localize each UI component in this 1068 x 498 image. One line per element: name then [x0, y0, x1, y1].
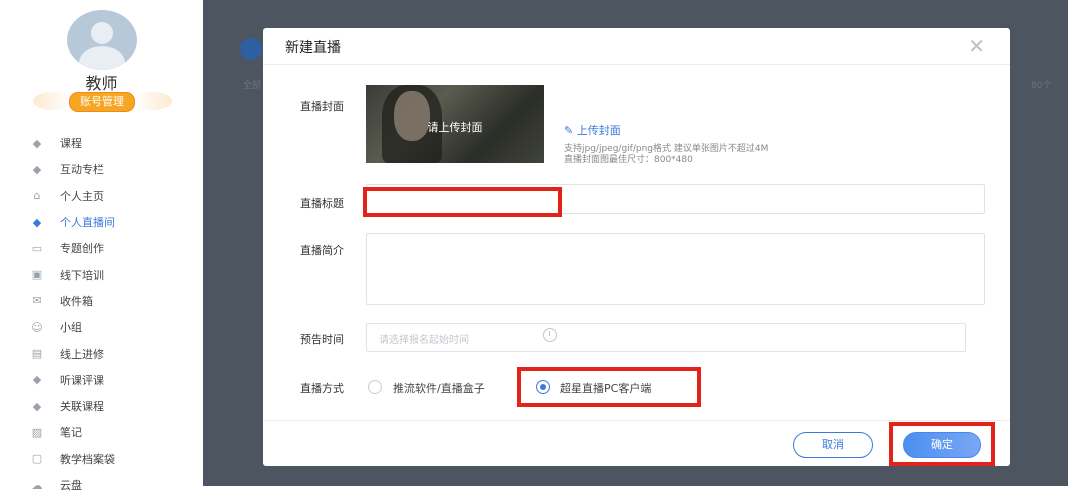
background-text-right: 80个	[1031, 81, 1052, 91]
sidebar-item-label: 小组	[60, 321, 82, 335]
new-live-modal: 新建直播 ✕ 直播封面 请上传封面 ✎ 上传封面 支持jpg/jpeg/gif/…	[263, 28, 1010, 466]
mode-radio-stream[interactable]	[368, 380, 382, 394]
sidebar-item[interactable]: ▭ 专题创作	[0, 235, 203, 261]
upload-cover-label: 上传封面	[576, 124, 621, 137]
modal-title: 新建直播	[285, 40, 341, 56]
account-manage-button[interactable]: 账号管理	[69, 92, 135, 112]
sidebar-item[interactable]: ✉ 收件箱	[0, 288, 203, 314]
cap-icon: ◆	[32, 136, 42, 150]
title-label: 直播标题	[300, 197, 344, 210]
home-icon: ⌂	[33, 189, 41, 203]
decorative-wing-left	[33, 92, 71, 110]
divider	[263, 64, 1010, 65]
sidebar-item[interactable]: ☺ 小组	[0, 314, 203, 340]
background-badge	[240, 38, 262, 60]
time-placeholder: 请选择报名起始时间	[379, 335, 469, 346]
avatar[interactable]	[67, 10, 137, 70]
sidebar-item[interactable]: ◆ 关联课程	[0, 393, 203, 419]
highlight-title-box	[363, 187, 562, 217]
inbox-icon: ✉	[32, 294, 42, 308]
sidebar-item-label: 线上进修	[60, 347, 104, 361]
footer-divider	[263, 420, 1010, 421]
cap-icon: ◆	[32, 162, 42, 176]
intro-textarea[interactable]	[366, 233, 985, 305]
cap-icon: ◆	[32, 373, 42, 387]
board-icon: ▣	[31, 268, 43, 282]
group-icon: ☺	[31, 320, 43, 334]
sidebar-item-label: 个人主页	[60, 189, 104, 203]
time-picker-input[interactable]: 请选择报名起始时间	[366, 323, 966, 352]
mode-label: 直播方式	[300, 382, 344, 395]
sidebar-menu: ◆ 课程 ◆ 互动专栏 ⌂ 个人主页 ◆ 个人直播间 ▭ 专题创作 ▣ 线下培训 ✉ 收件箱 ☺ 小组 ▤ 线上进…	[0, 130, 203, 498]
close-icon[interactable]: ✕	[968, 34, 985, 58]
cloud-icon: ☁	[31, 478, 43, 492]
sidebar-item-label: 笔记	[60, 426, 82, 440]
highlight-mode-box	[517, 367, 701, 407]
study-icon: ▤	[31, 347, 43, 361]
note-icon: ▨	[31, 425, 43, 439]
pencil-icon: ✎	[564, 124, 577, 137]
time-label: 预告时间	[300, 333, 344, 346]
sidebar-item[interactable]: ⌂ 个人主页	[0, 183, 203, 209]
background-text-left: 全部	[243, 81, 262, 91]
cap-icon: ◆	[32, 399, 42, 413]
sidebar-item[interactable]: ◆ 个人直播间	[0, 209, 203, 235]
sidebar-item[interactable]: ▤ 线上进修	[0, 340, 203, 366]
cancel-button[interactable]: 取消	[793, 432, 873, 458]
sidebar-item-label: 个人直播间	[60, 216, 115, 230]
cover-image[interactable]: 请上传封面	[366, 85, 544, 163]
sidebar-item-label: 专题创作	[60, 242, 104, 256]
sidebar-item[interactable]: ◆ 课程	[0, 130, 203, 156]
sidebar-item[interactable]: ▢ 教学档案袋	[0, 446, 203, 472]
upload-cover-link[interactable]: ✎ 上传封面	[564, 122, 621, 138]
sidebar-item-label: 听课评课	[60, 373, 104, 387]
sidebar-item-label: 云盘	[60, 479, 82, 492]
sidebar-item[interactable]: ◆ 听课评课	[0, 367, 203, 393]
sidebar-item-label: 课程	[60, 137, 82, 151]
folder-icon: ▢	[31, 452, 43, 466]
highlight-confirm-box	[889, 422, 995, 466]
clock-icon	[543, 328, 557, 342]
sidebar-item[interactable]: ◆ 互动专栏	[0, 156, 203, 182]
bottom-strip	[203, 486, 1068, 492]
cap-icon: ◆	[32, 215, 42, 229]
window-icon: ▭	[31, 241, 43, 255]
sidebar-item-label: 教学档案袋	[60, 452, 115, 466]
user-name: 教师	[85, 74, 118, 93]
sidebar-item-label: 互动专栏	[60, 163, 104, 177]
mode-option-stream[interactable]: 推流软件/直播盒子	[393, 380, 485, 396]
cover-label: 直播封面	[300, 100, 344, 113]
sidebar-item[interactable]: ▣ 线下培训	[0, 261, 203, 287]
decorative-wing-right	[134, 92, 172, 110]
sidebar-item-label: 收件箱	[60, 294, 93, 308]
sidebar-item-label: 关联课程	[60, 400, 104, 414]
sidebar-item[interactable]: ☁ 云盘	[0, 472, 203, 498]
sidebar-item-label: 线下培训	[60, 268, 104, 282]
sidebar: 教师 账号管理 ◆ 课程 ◆ 互动专栏 ⌂ 个人主页 ◆ 个人直播间 ▭ 专题创作 ▣ 线下培训 ✉ 收件…	[0, 0, 203, 492]
cover-upload-text: 请上传封面	[427, 121, 483, 134]
sidebar-item[interactable]: ▨ 笔记	[0, 419, 203, 445]
intro-label: 直播简介	[300, 244, 344, 257]
cover-hint-size: 直播封面图最佳尺寸：800*480	[564, 155, 693, 165]
